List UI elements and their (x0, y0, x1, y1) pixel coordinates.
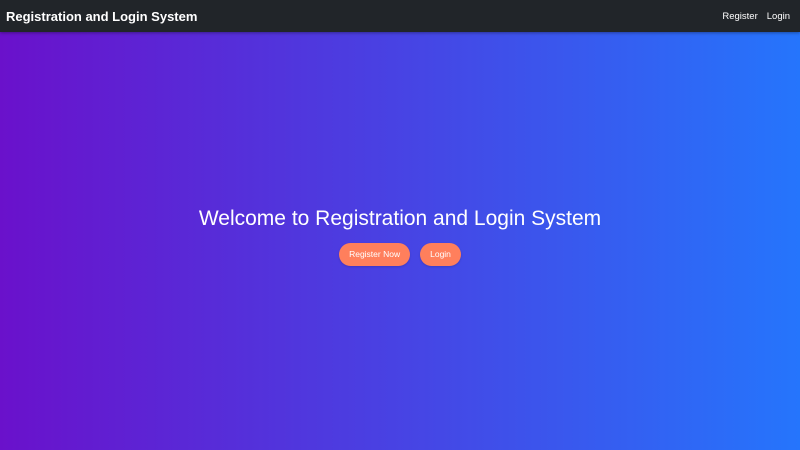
hero-buttons: Register Now Login (339, 242, 461, 266)
nav-login-link[interactable]: Login (767, 11, 790, 22)
hero-section: Welcome to Registration and Login System… (0, 32, 800, 450)
brand-link[interactable]: Registration and Login System (6, 9, 197, 24)
navbar: Registration and Login System Register L… (0, 0, 800, 32)
register-now-button[interactable]: Register Now (339, 242, 411, 266)
hero-title: Welcome to Registration and Login System (198, 206, 602, 230)
nav-links: Register Login (722, 11, 790, 22)
nav-register-link[interactable]: Register (722, 11, 757, 22)
login-button[interactable]: Login (420, 242, 461, 266)
